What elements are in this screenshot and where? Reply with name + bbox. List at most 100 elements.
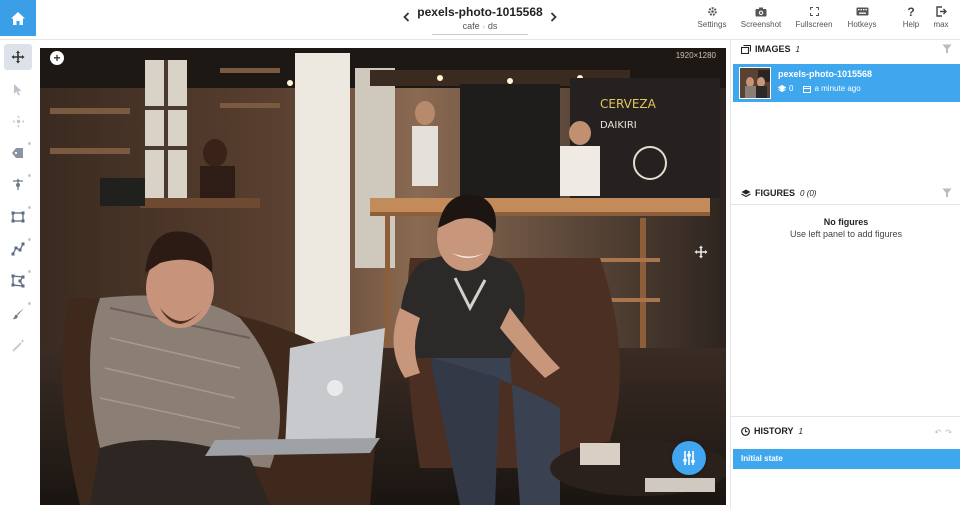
magic-wand-tool[interactable] (4, 332, 32, 358)
filter-images-icon[interactable] (942, 44, 952, 54)
image-name: pexels-photo-1015568 (778, 69, 873, 79)
undo-icon[interactable]: ↶ (935, 428, 942, 437)
figures-count: 0 (0) (800, 188, 817, 198)
redo-icon[interactable]: ↷ (945, 428, 952, 437)
brush-icon (12, 307, 24, 319)
hotkeys-label: Hotkeys (847, 20, 877, 29)
history-title: HISTORY (754, 426, 794, 436)
history-divider (731, 416, 960, 417)
top-bar: pexels-photo-1015568 cafe › ds Settings Sc… (0, 0, 960, 40)
image-meta: 0 a minute ago (778, 84, 861, 93)
brush-tool[interactable] (4, 300, 32, 326)
image-layer-count: 0 (789, 84, 794, 93)
history-count: 1 (798, 426, 803, 436)
figures-section-header: FIGURES 0 (0) (741, 186, 816, 200)
breadcrumb: cafe › ds (410, 20, 550, 34)
screenshot-button[interactable]: Screenshot (737, 4, 785, 34)
polygon-icon (11, 274, 25, 288)
right-panel: IMAGES 1 pexels-photo-1015568 0 a minute… (730, 40, 960, 509)
polygon-tool[interactable] (4, 268, 32, 294)
point-tool[interactable] (4, 172, 32, 198)
hotkeys-button[interactable]: Hotkeys (843, 4, 881, 34)
pan-tool[interactable] (4, 108, 32, 134)
bounding-box-icon (11, 211, 25, 223)
breadcrumb-project[interactable]: cafe (463, 21, 480, 31)
tag-tool[interactable] (4, 140, 32, 166)
page-title: pexels-photo-1015568 (417, 5, 543, 19)
undo-redo-controls: ↶ ↷ (935, 428, 952, 437)
polyline-tool[interactable] (4, 236, 32, 262)
image-thumbnail (739, 67, 771, 99)
history-section-header: HISTORY 1 (741, 424, 803, 438)
move-tool[interactable] (4, 44, 32, 70)
settings-label: Settings (697, 20, 727, 29)
image-canvas[interactable]: CERVEZA DAIKIRI + 1920×1280 (40, 48, 726, 505)
image-list-item[interactable]: pexels-photo-1015568 0 a minute ago (733, 64, 960, 102)
chevron-left-icon (402, 12, 409, 22)
pan-handle[interactable] (694, 245, 708, 264)
help-button[interactable]: ? Help (898, 4, 924, 34)
calendar-icon (803, 85, 812, 93)
tool-badge-icon (28, 142, 31, 145)
tool-badge-icon (28, 302, 31, 305)
history-item[interactable]: Initial state (733, 449, 960, 469)
tool-badge-icon (28, 174, 31, 177)
fullscreen-label: Fullscreen (795, 20, 833, 29)
rectangle-tool[interactable] (4, 204, 32, 230)
images-count: 1 (795, 44, 800, 54)
next-image-button[interactable] (546, 9, 560, 25)
figures-empty-hint: Use left panel to add figures (789, 229, 903, 239)
layers-icon (741, 189, 751, 197)
fullscreen-icon (809, 7, 819, 16)
chevron-right-icon (550, 12, 557, 22)
camera-icon (755, 7, 767, 16)
image-title-block: pexels-photo-1015568 cafe › ds (410, 4, 550, 34)
keyboard-icon (856, 7, 868, 16)
svg-text:DAIKIRI: DAIKIRI (600, 120, 637, 131)
pointer-tool[interactable] (4, 76, 32, 102)
crosshair-icon (12, 115, 24, 127)
sliders-icon (683, 451, 695, 465)
images-section-header: IMAGES 1 (741, 42, 800, 56)
clock-icon (741, 426, 750, 436)
zoom-in-button[interactable]: + (50, 51, 64, 65)
fullscreen-button[interactable]: Fullscreen (792, 4, 836, 34)
left-toolbar (0, 40, 36, 509)
cursor-icon (14, 83, 22, 95)
adjustments-fab-button[interactable] (672, 441, 706, 475)
layers-icon (778, 84, 786, 92)
move-arrows-icon (11, 50, 25, 64)
figures-empty-state: No figures Use left panel to add figures (731, 217, 960, 239)
screenshot-label: Screenshot (740, 20, 782, 29)
magic-wand-icon (11, 339, 24, 352)
settings-button[interactable]: Settings (693, 4, 731, 34)
cafe-photo: CERVEZA DAIKIRI (40, 48, 726, 505)
image-modified-time: a minute ago (814, 84, 861, 93)
breadcrumb-separator-icon: › (482, 24, 485, 31)
filter-figures-icon[interactable] (942, 188, 952, 198)
images-title: IMAGES (755, 44, 791, 54)
title-divider (432, 34, 528, 35)
tag-icon (12, 148, 23, 158)
tool-badge-icon (28, 238, 31, 241)
figures-divider (731, 204, 960, 205)
home-icon (11, 11, 25, 25)
tool-badge-icon (28, 206, 31, 209)
help-label: Help (902, 20, 920, 29)
images-icon (741, 44, 751, 54)
user-logout-button[interactable]: max (928, 4, 954, 34)
move-arrows-icon (694, 245, 708, 259)
figures-title: FIGURES (755, 188, 796, 198)
polyline-icon (11, 242, 25, 256)
svg-text:CERVEZA: CERVEZA (600, 97, 657, 111)
logout-icon (935, 6, 947, 17)
home-button[interactable] (0, 0, 36, 36)
image-dimensions: 1920×1280 (675, 51, 716, 60)
question-mark-icon: ? (907, 4, 915, 19)
tool-badge-icon (28, 270, 31, 273)
figures-empty-title: No figures (823, 217, 869, 227)
breadcrumb-dataset[interactable]: ds (488, 21, 498, 31)
point-pin-icon (13, 178, 23, 190)
user-label: max (933, 20, 949, 29)
gear-icon (707, 7, 717, 16)
